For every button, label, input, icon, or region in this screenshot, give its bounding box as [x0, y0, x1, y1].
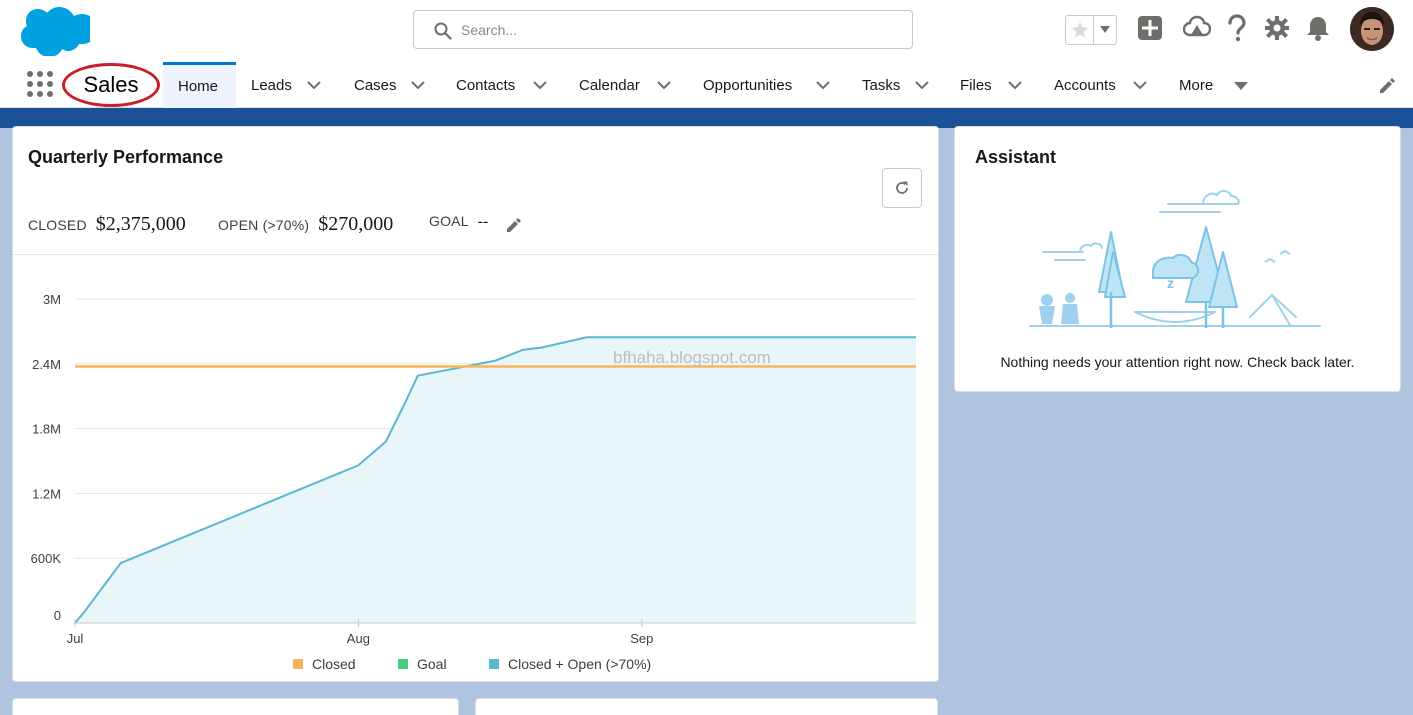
camping-illustration: z — [1029, 190, 1321, 328]
watermark: bfhaha.blogspot.com — [613, 348, 771, 367]
closed-value: $2,375,000 — [95, 213, 186, 235]
tab-contacts[interactable]: Contacts — [456, 62, 551, 108]
tab-leads[interactable]: Leads — [251, 62, 331, 108]
chevron-down-icon[interactable] — [1008, 80, 1022, 90]
refresh-icon — [896, 181, 908, 194]
tab-calendar[interactable]: Calendar — [579, 62, 674, 108]
setup-button[interactable] — [1263, 14, 1291, 42]
tab-more[interactable]: More — [1179, 62, 1251, 108]
quarterly-performance-chart: 0 600K 1.2M 1.8M 2.4M 3M Jul Aug Sep bfhaha.blog… — [31, 292, 916, 672]
bottom-card-right — [475, 698, 938, 715]
trailhead-button[interactable] — [1183, 14, 1211, 42]
tab-label: Home — [178, 78, 219, 95]
quarterly-performance-card: Quarterly Performance CLOSED $2,375,000 … — [12, 126, 939, 682]
assistant-card: Assistant z Nothing needs your attention… — [954, 126, 1401, 392]
favorites-dropdown[interactable] — [1094, 16, 1116, 44]
notifications-button[interactable] — [1304, 14, 1332, 42]
help-button[interactable] — [1223, 14, 1251, 42]
tab-cases[interactable]: Cases — [354, 62, 434, 108]
x-tick-label: Aug — [347, 631, 370, 646]
card-title: Quarterly Performance — [28, 147, 224, 167]
chevron-down-icon[interactable] — [533, 80, 547, 90]
tab-files[interactable]: Files — [960, 62, 1025, 108]
y-tick-label: 0 — [54, 608, 61, 623]
legend-label: Goal — [417, 656, 447, 672]
y-tick-label: 3M — [43, 292, 61, 307]
card-title: Assistant — [975, 147, 1057, 167]
bell-icon — [1307, 17, 1329, 41]
global-actions-button[interactable] — [1136, 14, 1164, 42]
pencil-icon[interactable] — [1377, 76, 1397, 96]
add-icon — [1138, 16, 1162, 40]
refresh-button[interactable] — [882, 168, 922, 208]
y-tick-label: 1.2M — [32, 486, 61, 501]
tab-opportunities[interactable]: Opportunities — [703, 62, 833, 108]
svg-text:z: z — [1167, 275, 1174, 291]
y-tick-label: 1.8M — [32, 422, 61, 437]
global-header — [0, 0, 1413, 62]
profile-photo — [1350, 7, 1394, 51]
x-tick-label: Sep — [630, 631, 653, 646]
chevron-down-icon — [1100, 26, 1110, 33]
legend-swatch — [489, 659, 499, 669]
global-search[interactable] — [413, 10, 913, 49]
app-name: Sales — [83, 72, 139, 97]
app-launcher-icon[interactable] — [26, 70, 54, 98]
tab-label: Opportunities — [703, 76, 793, 94]
tab-label: Leads — [251, 76, 292, 94]
chevron-down-icon[interactable] — [657, 80, 671, 90]
y-tick-label: 600K — [31, 551, 62, 566]
goal-label: GOAL — [429, 213, 469, 229]
favorites-group[interactable] — [1065, 15, 1117, 45]
assistant-message: Nothing needs your attention right now. … — [1000, 354, 1355, 370]
app-navigation-bar: Sales Home Leads Cases Contacts Calendar… — [0, 62, 1413, 108]
goal-value: -- — [477, 213, 489, 230]
bottom-card-left — [12, 698, 459, 715]
closed-metric: CLOSED $2,375,000 — [28, 213, 186, 236]
header-banner-background — [0, 108, 1413, 128]
search-icon — [434, 22, 452, 40]
user-avatar[interactable] — [1350, 7, 1394, 51]
open-value: $270,000 — [318, 213, 394, 235]
search-input[interactable] — [461, 19, 891, 41]
gear-icon — [1265, 16, 1289, 40]
caret-down-icon[interactable] — [1234, 81, 1248, 91]
closed-open-area-fill — [75, 337, 916, 623]
trailhead-icon — [1183, 15, 1211, 37]
closed-label: CLOSED — [28, 217, 87, 233]
tab-label: Cases — [354, 76, 397, 94]
chevron-down-icon[interactable] — [1133, 80, 1147, 90]
legend-label: Closed — [312, 656, 356, 672]
favorites-button[interactable] — [1066, 16, 1094, 44]
tab-accounts[interactable]: Accounts — [1054, 62, 1150, 108]
tab-label: Files — [960, 76, 992, 94]
salesforce-cloud-logo[interactable] — [16, 6, 90, 56]
tab-label: Tasks — [862, 76, 901, 94]
goal-metric: GOAL -- — [429, 213, 488, 231]
tab-label: Accounts — [1054, 76, 1116, 94]
y-tick-label: 2.4M — [32, 357, 61, 372]
tab-tasks[interactable]: Tasks — [862, 62, 932, 108]
open-label: OPEN (>70%) — [218, 217, 310, 233]
tab-label: Calendar — [579, 76, 640, 94]
legend-swatch — [293, 659, 303, 669]
legend-label: Closed + Open (>70%) — [508, 656, 651, 672]
tab-home[interactable]: Home — [163, 62, 236, 108]
pencil-icon[interactable] — [505, 216, 523, 234]
open-metric: OPEN (>70%) $270,000 — [218, 213, 393, 236]
chevron-down-icon[interactable] — [816, 80, 830, 90]
legend-swatch — [398, 659, 408, 669]
tab-label: Contacts — [456, 76, 516, 94]
tab-label: More — [1179, 76, 1214, 94]
chevron-down-icon[interactable] — [915, 80, 929, 90]
chevron-down-icon[interactable] — [307, 80, 321, 90]
star-icon — [1071, 21, 1088, 38]
x-tick-label: Jul — [67, 631, 84, 646]
chevron-down-icon[interactable] — [411, 80, 425, 90]
help-icon — [1228, 14, 1246, 42]
